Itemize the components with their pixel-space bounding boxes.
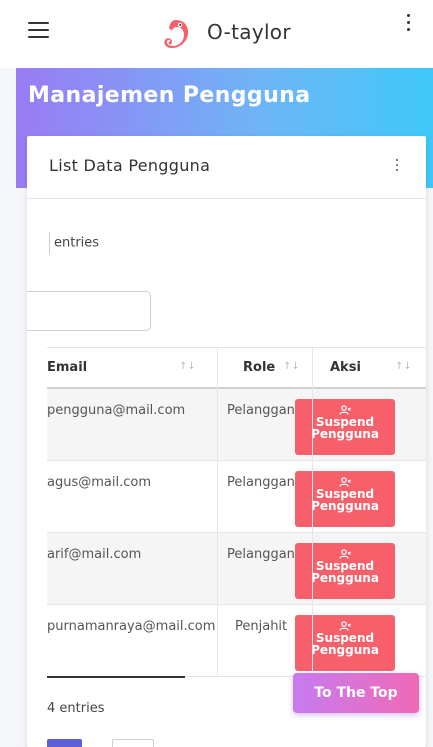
pagination-next-button[interactable] [112, 739, 154, 747]
suspend-button-label: Suspend Pengguna [311, 487, 379, 513]
email-cell: purnamanraya@mail.com [47, 619, 216, 634]
table-header: Email ↑↓ Role ↑↓ Aksi ↑↓ [47, 347, 426, 389]
suspend-user-button[interactable]: Suspend Pengguna [295, 615, 395, 671]
card-divider [27, 198, 426, 199]
search-input[interactable] [27, 291, 151, 331]
sort-icon[interactable]: ↑↓ [179, 361, 196, 372]
hamburger-icon[interactable] [28, 22, 49, 38]
email-cell: agus@mail.com [47, 475, 151, 490]
card-more-icon[interactable] [394, 159, 400, 175]
entries-select-edge[interactable] [49, 232, 50, 254]
column-header-email[interactable]: Email [47, 360, 87, 375]
email-cell: pengguna@mail.com [47, 403, 186, 418]
email-cell: arif@mail.com [47, 547, 142, 562]
sort-icon[interactable]: ↑↓ [395, 361, 412, 372]
page-title: Manajemen Pengguna [28, 83, 311, 108]
table-row: pengguna@mail.com Pelanggan Suspend Pengg… [47, 389, 426, 461]
role-cell: Penjahit [235, 619, 288, 634]
card-title: List Data Pengguna [49, 156, 211, 175]
suspend-user-button[interactable]: Suspend Pengguna [295, 471, 395, 527]
entries-label: entries [54, 235, 100, 251]
user-list-card: List Data Pengguna entries Email ↑↓ Role… [27, 136, 426, 747]
table-row: agus@mail.com Pelanggan Suspend Pengguna [47, 461, 426, 533]
suspend-user-button[interactable]: Suspend Pengguna [295, 543, 395, 599]
user-suspend-icon [339, 549, 351, 559]
vertical-dots-icon[interactable] [404, 14, 412, 36]
user-suspend-icon [339, 621, 351, 631]
column-header-role[interactable]: Role [243, 360, 275, 375]
table-row: arif@mail.com Pelanggan Suspend Pengguna [47, 533, 426, 605]
column-header-action[interactable]: Aksi [330, 360, 361, 375]
user-suspend-icon [339, 405, 351, 415]
entries-length-control: entries [49, 232, 99, 254]
pagination-active-page[interactable] [47, 739, 82, 747]
sort-icon[interactable]: ↑↓ [283, 361, 300, 372]
entries-info: 4 entries [47, 701, 105, 716]
horizontal-scrollbar[interactable] [47, 676, 185, 678]
role-cell: Pelanggan [227, 475, 295, 490]
suspend-button-label: Suspend Pengguna [311, 631, 379, 657]
users-table: Email ↑↓ Role ↑↓ Aksi ↑↓ pengguna@mail.c… [47, 347, 426, 677]
user-suspend-icon [339, 477, 351, 487]
column-divider [217, 347, 218, 677]
suspend-user-button[interactable]: Suspend Pengguna [295, 399, 395, 455]
suspend-button-label: Suspend Pengguna [311, 559, 379, 585]
suspend-button-label: Suspend Pengguna [311, 415, 379, 441]
to-top-button[interactable]: To The Top [293, 673, 419, 713]
role-cell: Pelanggan [227, 403, 295, 418]
top-navbar: O-taylor [0, 0, 433, 68]
app-brand[interactable]: O-taylor [207, 20, 291, 44]
role-cell: Pelanggan [227, 547, 295, 562]
table-row: purnamanraya@mail.com Penjahit Suspend Pe… [47, 605, 426, 677]
column-divider [312, 347, 313, 677]
chameleon-logo-icon [164, 20, 189, 48]
